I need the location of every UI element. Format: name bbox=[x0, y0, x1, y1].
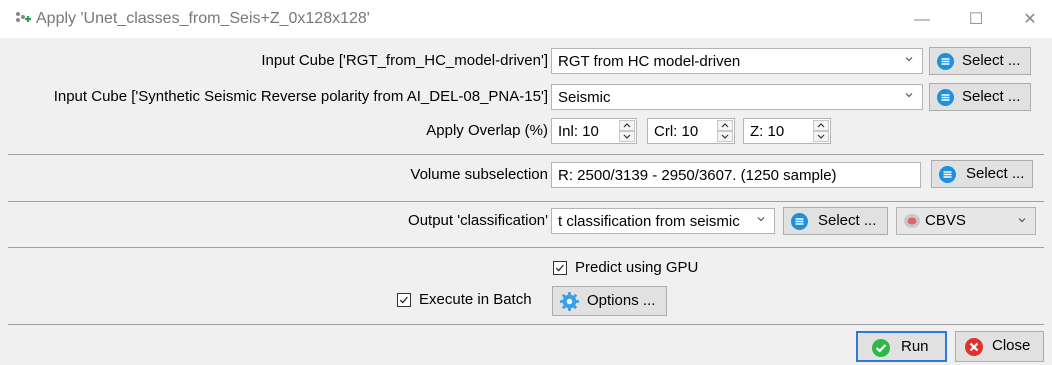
execute-batch-checkbox[interactable] bbox=[397, 293, 411, 307]
separator bbox=[8, 154, 1044, 155]
volume-subselection-field[interactable]: R: 2500/3139 - 2950/3607. (1250 sample) bbox=[551, 162, 921, 188]
inl-down-button[interactable] bbox=[619, 131, 635, 142]
input-cube-2-value: Seismic bbox=[558, 89, 611, 106]
chevron-down-icon bbox=[757, 217, 765, 222]
z-down-button[interactable] bbox=[813, 131, 829, 142]
input-cube-1-select-label: Select ... bbox=[962, 52, 1021, 69]
run-button[interactable]: Run bbox=[856, 331, 947, 362]
list-icon bbox=[937, 89, 954, 106]
chevron-down-icon bbox=[623, 134, 631, 139]
input-cube-2-select-button[interactable]: Select ... bbox=[929, 83, 1031, 111]
z-up-button[interactable] bbox=[813, 120, 829, 131]
separator bbox=[8, 201, 1044, 202]
list-icon bbox=[791, 213, 808, 230]
volume-subselection-label: Volume subselection bbox=[410, 166, 548, 183]
output-select-label: Select ... bbox=[818, 212, 877, 229]
predict-gpu-checkbox[interactable] bbox=[553, 261, 567, 275]
inl-spinbox[interactable]: Inl: 10 bbox=[551, 118, 637, 144]
database-icon bbox=[904, 214, 920, 228]
options-label: Options ... bbox=[587, 292, 656, 309]
close-circle-icon bbox=[965, 338, 983, 356]
volume-select-button[interactable]: Select ... bbox=[931, 160, 1033, 188]
app-icon bbox=[16, 12, 31, 22]
apply-dialog: Apply 'Unet_classes_from_Seis+Z_0x128x12… bbox=[0, 0, 1052, 365]
chevron-down-icon bbox=[817, 134, 825, 139]
inl-value: Inl: 10 bbox=[558, 123, 599, 140]
inl-up-button[interactable] bbox=[619, 120, 635, 131]
output-select-button[interactable]: Select ... bbox=[783, 207, 888, 235]
predict-gpu-label: Predict using GPU bbox=[575, 259, 699, 276]
close-label: Close bbox=[992, 337, 1031, 354]
minimize-button[interactable]: — bbox=[900, 6, 944, 34]
check-icon bbox=[555, 264, 564, 272]
output-classification-value: t classification from seismic bbox=[558, 213, 740, 230]
output-classification-combo[interactable]: t classification from seismic bbox=[551, 208, 775, 234]
list-icon bbox=[939, 166, 956, 183]
input-cube-1-select-button[interactable]: Select ... bbox=[929, 47, 1031, 75]
separator bbox=[8, 324, 1044, 325]
window-title: Apply 'Unet_classes_from_Seis+Z_0x128x12… bbox=[36, 10, 370, 27]
gear-icon bbox=[560, 292, 579, 311]
output-format-value: CBVS bbox=[925, 212, 966, 229]
chevron-down-icon bbox=[1018, 218, 1026, 223]
crl-up-button[interactable] bbox=[717, 120, 733, 131]
title-bar: Apply 'Unet_classes_from_Seis+Z_0x128x12… bbox=[0, 0, 1052, 38]
chevron-down-icon bbox=[905, 57, 913, 62]
input-cube-2-label: Input Cube ['Synthetic Seismic Reverse p… bbox=[53, 88, 548, 105]
chevron-up-icon bbox=[623, 123, 631, 128]
input-cube-1-combo[interactable]: RGT from HC model-driven bbox=[551, 48, 923, 74]
output-format-combo[interactable]: CBVS bbox=[896, 207, 1036, 235]
check-circle-icon bbox=[872, 339, 890, 357]
maximize-button[interactable]: ☐ bbox=[954, 6, 998, 34]
chevron-down-icon bbox=[905, 93, 913, 98]
chevron-up-icon bbox=[721, 123, 729, 128]
volume-subselection-value: R: 2500/3139 - 2950/3607. (1250 sample) bbox=[558, 167, 837, 184]
apply-overlap-label: Apply Overlap (%) bbox=[426, 122, 548, 139]
chevron-down-icon bbox=[721, 134, 729, 139]
options-button[interactable]: Options ... bbox=[552, 286, 667, 316]
close-window-button[interactable]: ✕ bbox=[1008, 6, 1052, 34]
run-label: Run bbox=[901, 338, 929, 355]
output-classification-label: Output 'classification' bbox=[408, 212, 548, 229]
crl-down-button[interactable] bbox=[717, 131, 733, 142]
chevron-up-icon bbox=[817, 123, 825, 128]
crl-spinbox[interactable]: Crl: 10 bbox=[647, 118, 735, 144]
execute-batch-label: Execute in Batch bbox=[419, 291, 532, 308]
input-cube-2-combo[interactable]: Seismic bbox=[551, 84, 923, 110]
input-cube-1-value: RGT from HC model-driven bbox=[558, 53, 741, 70]
close-button[interactable]: Close bbox=[955, 331, 1044, 362]
volume-select-label: Select ... bbox=[966, 165, 1025, 182]
input-cube-2-select-label: Select ... bbox=[962, 88, 1021, 105]
z-value: Z: 10 bbox=[750, 123, 785, 140]
separator bbox=[8, 247, 1044, 248]
input-cube-1-label: Input Cube ['RGT_from_HC_model-driven'] bbox=[261, 52, 548, 69]
list-icon bbox=[937, 53, 954, 70]
crl-value: Crl: 10 bbox=[654, 123, 699, 140]
z-spinbox[interactable]: Z: 10 bbox=[743, 118, 831, 144]
check-icon bbox=[399, 296, 408, 304]
